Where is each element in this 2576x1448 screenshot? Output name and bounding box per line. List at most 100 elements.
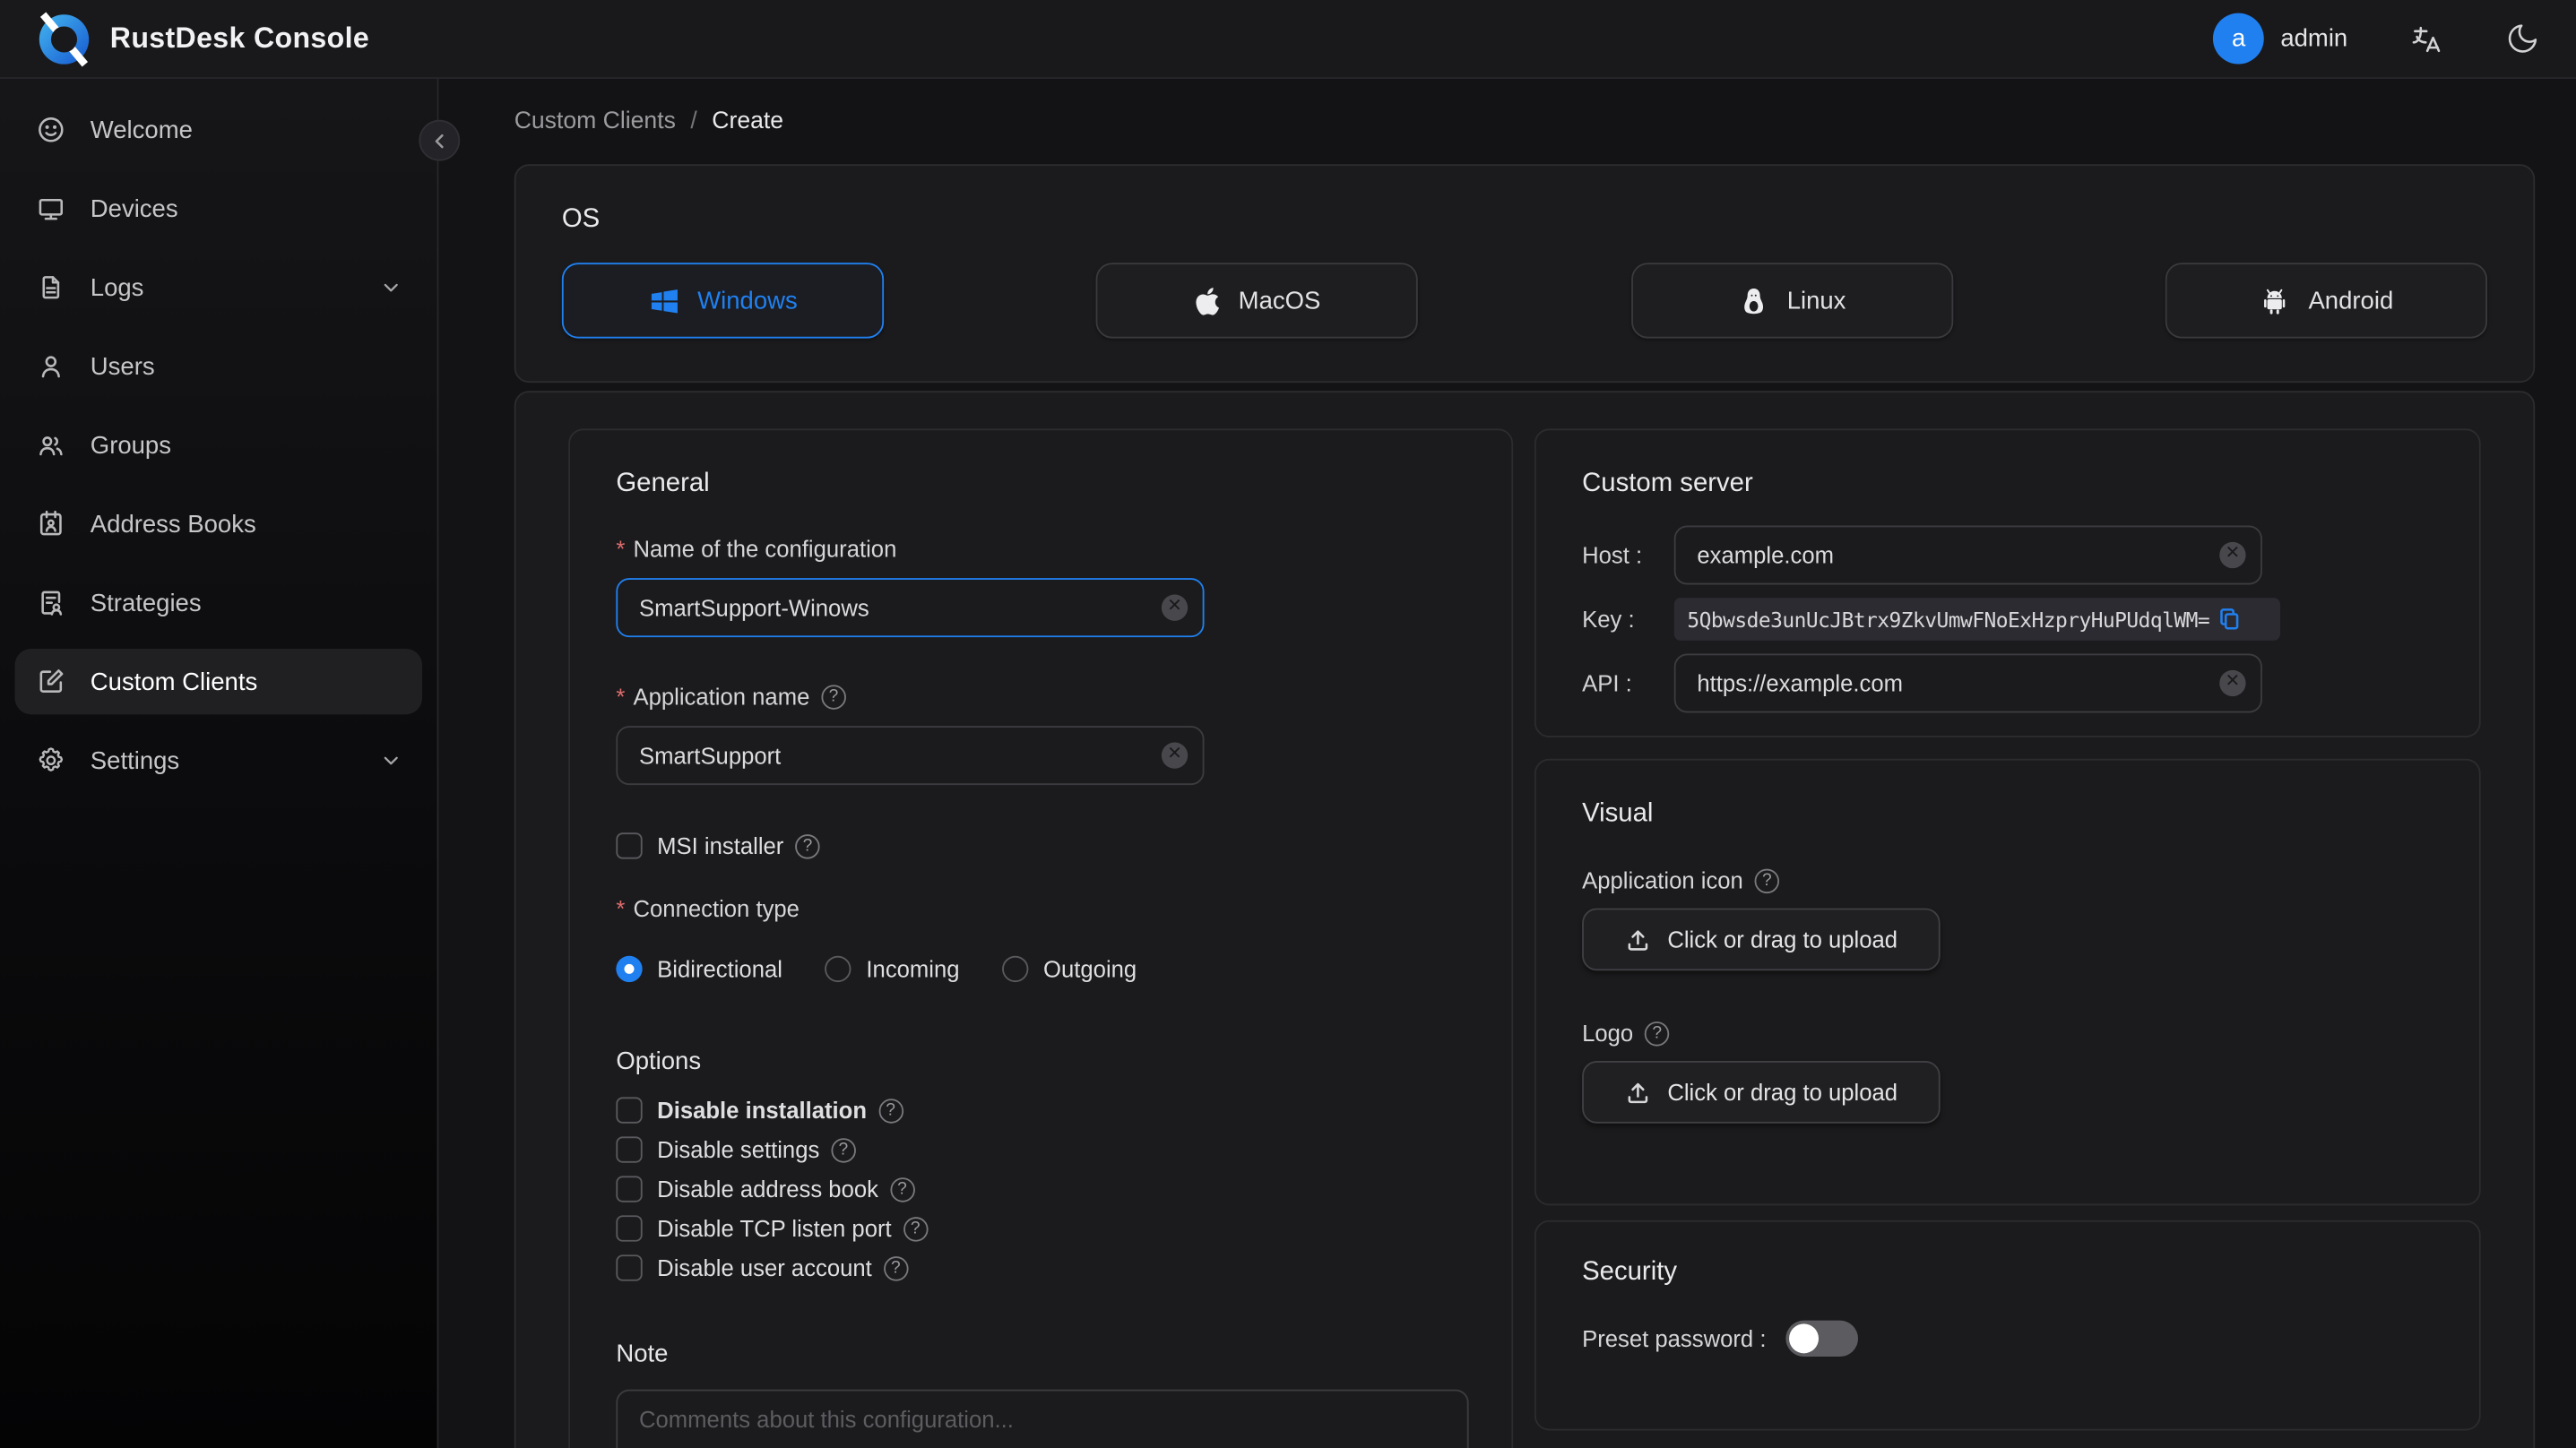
help-question-icon[interactable]: ? xyxy=(889,1176,915,1202)
application-icon-upload-button[interactable]: Click or drag to upload xyxy=(1582,908,1941,971)
preset-password-toggle[interactable] xyxy=(1785,1320,1859,1357)
rustdesk-console-page: RustDesk Console a admin Welcome Devices… xyxy=(0,0,2576,1448)
clear-icon[interactable]: ✕ xyxy=(1161,594,1189,621)
help-question-icon[interactable]: ? xyxy=(821,684,846,709)
clear-icon[interactable]: ✕ xyxy=(2219,669,2246,697)
help-question-icon[interactable]: ? xyxy=(831,1137,856,1162)
disable-settings-checkbox[interactable] xyxy=(616,1136,643,1163)
security-title: Security xyxy=(1582,1258,1678,1287)
help-question-icon[interactable]: ? xyxy=(1754,867,1780,893)
application-name-input[interactable] xyxy=(616,726,1205,786)
radio-bidirectional[interactable]: Bidirectional xyxy=(616,955,782,983)
help-question-icon[interactable]: ? xyxy=(1645,1021,1670,1046)
os-section-title: OS xyxy=(561,205,601,234)
disable-installation-checkbox[interactable] xyxy=(616,1097,643,1124)
preset-password-row: Preset password : xyxy=(1582,1320,2433,1357)
sidebar: Welcome Devices Logs Users Groups Addres… xyxy=(0,78,439,1448)
toggle-knob xyxy=(1789,1323,1820,1354)
sidebar-label: Custom Clients xyxy=(90,668,258,696)
application-name-label: * Application name ? xyxy=(616,683,1465,710)
sidebar-item-devices[interactable]: Devices xyxy=(14,176,422,241)
disable-installation-row: Disable installation ? xyxy=(616,1097,1465,1124)
sidebar-label: Welcome xyxy=(90,116,193,144)
avatar-initial: a xyxy=(2231,24,2246,53)
sidebar-item-groups[interactable]: Groups xyxy=(14,412,422,478)
config-name-field: ✕ xyxy=(616,578,1205,638)
address-book-icon xyxy=(36,509,65,539)
radio-icon xyxy=(616,955,643,983)
connection-type-options: Bidirectional Incoming Outgoing xyxy=(616,955,1465,983)
file-icon xyxy=(36,272,65,302)
upload-icon xyxy=(1628,930,1648,951)
clear-icon[interactable]: ✕ xyxy=(1161,742,1189,769)
application-icon-label: Application icon ? xyxy=(1582,867,2433,893)
preset-password-label: Preset password : xyxy=(1582,1325,1767,1352)
breadcrumb-custom-clients[interactable]: Custom Clients xyxy=(514,108,676,134)
create-form-panel: General * Name of the configuration ✕ * … xyxy=(514,391,2536,1448)
options-title: Options xyxy=(616,1047,702,1076)
os-section-card: OS Windows MacOS Linux Android xyxy=(514,164,2536,384)
clear-icon[interactable]: ✕ xyxy=(2219,541,2246,569)
disable-address-book-checkbox[interactable] xyxy=(616,1176,643,1202)
user-avatar[interactable]: a xyxy=(2213,13,2265,65)
note-textarea[interactable] xyxy=(616,1389,1469,1448)
help-question-icon[interactable]: ? xyxy=(877,1098,903,1123)
help-question-icon[interactable]: ? xyxy=(795,833,820,858)
radio-icon xyxy=(1002,955,1029,983)
user-icon xyxy=(36,351,65,381)
general-title: General xyxy=(616,470,710,498)
key-row: Key : 5Qbwsde3unUcJBtrx9ZkvUmwFNoExHzpry… xyxy=(1582,598,2433,641)
dark-mode-moon-icon[interactable] xyxy=(2505,22,2539,56)
sidebar-label: Logs xyxy=(90,273,144,302)
options-checkbox-list: Disable installation ? Disable settings … xyxy=(616,1097,1465,1281)
disable-tcp-listen-port-row: Disable TCP listen port ? xyxy=(616,1215,1465,1242)
msi-installer-checkbox[interactable] xyxy=(616,832,643,859)
language-icon[interactable] xyxy=(2410,22,2443,56)
disable-user-account-checkbox[interactable] xyxy=(616,1254,643,1281)
disable-user-account-row: Disable user account ? xyxy=(616,1254,1465,1281)
host-label: Host : xyxy=(1582,541,1643,569)
radio-incoming[interactable]: Incoming xyxy=(825,955,960,983)
os-button-linux[interactable]: Linux xyxy=(1630,263,1953,339)
os-button-windows[interactable]: Windows xyxy=(561,263,885,339)
host-input[interactable] xyxy=(1673,525,2262,585)
os-button-label: Linux xyxy=(1786,286,1846,315)
radio-outgoing[interactable]: Outgoing xyxy=(1002,955,1137,983)
sidebar-label: Groups xyxy=(90,431,171,460)
upload-icon xyxy=(1628,1082,1648,1104)
app-title: RustDesk Console xyxy=(109,21,370,55)
user-name[interactable]: admin xyxy=(2280,24,2347,52)
sidebar-item-logs[interactable]: Logs xyxy=(14,254,422,320)
sidebar-collapse-button[interactable] xyxy=(419,119,461,161)
sidebar-label: Address Books xyxy=(90,510,256,539)
application-name-field: ✕ xyxy=(616,726,1205,786)
os-button-android[interactable]: Android xyxy=(2165,263,2487,339)
logo-upload-button[interactable]: Click or drag to upload xyxy=(1582,1061,1941,1124)
security-card: Security Preset password : xyxy=(1534,1220,2481,1431)
os-button-macos[interactable]: MacOS xyxy=(1096,263,1419,339)
sidebar-label: Settings xyxy=(90,746,180,775)
help-question-icon[interactable]: ? xyxy=(903,1216,928,1241)
logo-label: Logo ? xyxy=(1582,1020,2433,1047)
help-question-icon[interactable]: ? xyxy=(883,1255,909,1280)
sidebar-item-users[interactable]: Users xyxy=(14,333,422,399)
config-name-input[interactable] xyxy=(616,578,1205,638)
visual-title: Visual xyxy=(1582,799,1654,828)
breadcrumb: Custom Clients / Create xyxy=(514,79,2535,164)
msi-installer-label: MSI installer xyxy=(657,832,784,859)
required-asterisk: * xyxy=(616,894,626,922)
windows-logo-icon xyxy=(651,289,678,313)
host-row: Host : ✕ xyxy=(1582,525,2433,585)
monitor-icon xyxy=(36,194,65,223)
api-input[interactable] xyxy=(1673,653,2262,713)
sidebar-item-custom-clients[interactable]: Custom Clients xyxy=(14,648,423,715)
os-button-label: Windows xyxy=(697,286,798,315)
sidebar-item-address-books[interactable]: Address Books xyxy=(14,491,422,556)
sidebar-item-strategies[interactable]: Strategies xyxy=(14,570,422,635)
copy-icon[interactable] xyxy=(2216,606,2242,632)
sidebar-item-welcome[interactable]: Welcome xyxy=(14,97,422,162)
api-label: API : xyxy=(1582,669,1632,697)
sidebar-label: Strategies xyxy=(90,589,202,617)
disable-tcp-listen-port-checkbox[interactable] xyxy=(616,1215,643,1242)
sidebar-item-settings[interactable]: Settings xyxy=(14,728,422,793)
